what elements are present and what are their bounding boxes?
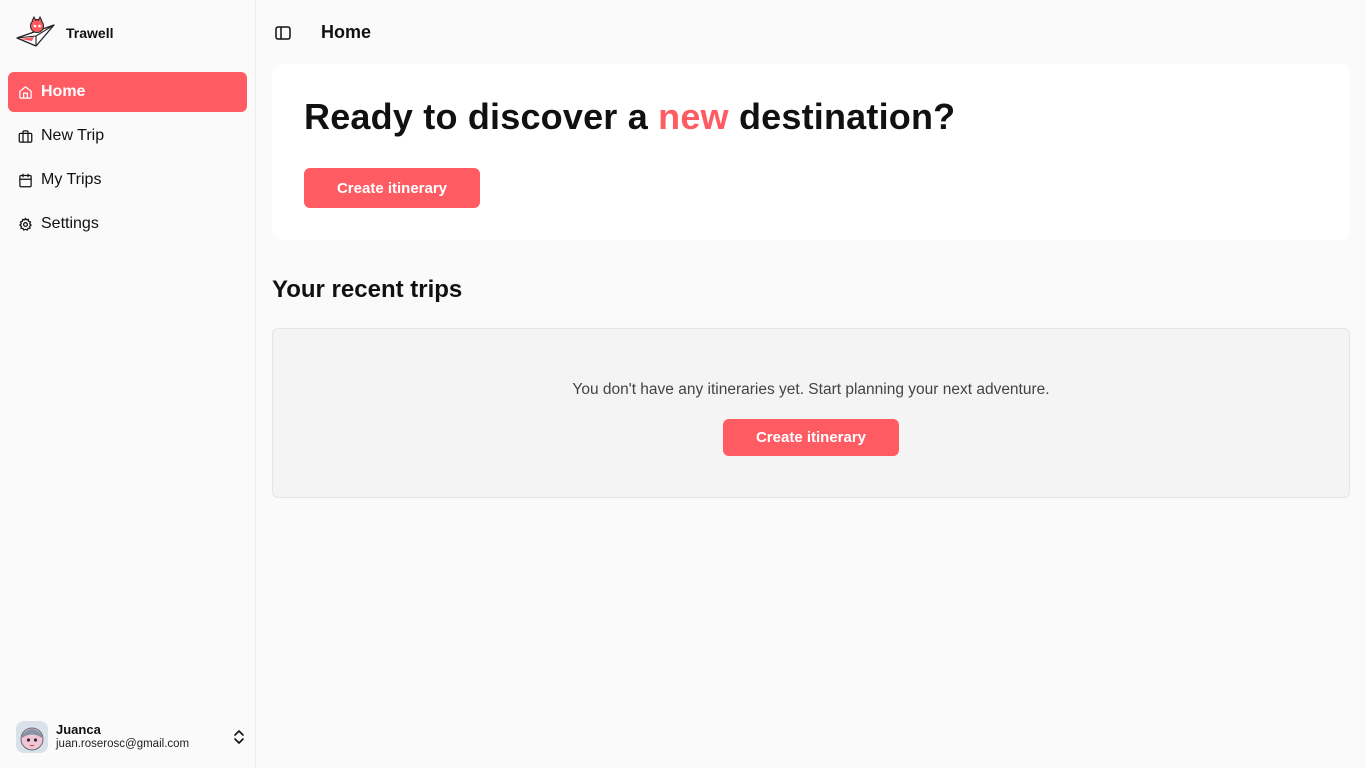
sidebar-toggle-icon[interactable] bbox=[274, 24, 292, 42]
hero-title-start: Ready to discover a bbox=[304, 96, 659, 137]
empty-state-message: You don't have any itineraries yet. Star… bbox=[572, 381, 1050, 398]
hero-title-end: destination? bbox=[728, 96, 956, 137]
calendar-icon bbox=[17, 172, 33, 188]
home-icon bbox=[17, 84, 33, 100]
recent-trips-title: Your recent trips bbox=[272, 276, 463, 303]
page-title: Home bbox=[321, 22, 372, 42]
brand[interactable]: Trawell bbox=[16, 14, 113, 52]
recent-trips-empty-state: You don't have any itineraries yet. Star… bbox=[272, 328, 1350, 498]
sidebar-item-settings[interactable]: Settings bbox=[8, 204, 247, 244]
sidebar-item-home[interactable]: Home bbox=[8, 72, 247, 112]
user-email: juan.roserosc@gmail.com bbox=[56, 737, 190, 750]
avatar bbox=[16, 721, 48, 753]
create-itinerary-button[interactable]: Create itinerary bbox=[304, 168, 480, 208]
create-itinerary-button-empty[interactable]: Create itinerary bbox=[723, 419, 899, 456]
hero-card: Ready to discover a new destination? Cre… bbox=[272, 64, 1350, 240]
top-bar: Home bbox=[256, 0, 1366, 64]
sidebar: Trawell Home New Trip My Trips Settings … bbox=[0, 0, 256, 768]
sidebar-item-label: Settings bbox=[41, 215, 99, 232]
user-menu[interactable]: Juanca juan.roserosc@gmail.com bbox=[16, 720, 246, 754]
hero-title-accent: new bbox=[658, 96, 729, 137]
sidebar-item-label: My Trips bbox=[41, 171, 102, 188]
sidebar-item-label: New Trip bbox=[41, 127, 105, 144]
brand-name: Trawell bbox=[66, 25, 114, 41]
briefcase-icon bbox=[17, 128, 33, 144]
sidebar-item-label: Home bbox=[41, 83, 86, 100]
sidebar-item-new-trip[interactable]: New Trip bbox=[8, 116, 247, 156]
user-info: Juanca juan.roserosc@gmail.com bbox=[56, 721, 224, 751]
hero-title: Ready to discover a new destination? bbox=[304, 96, 955, 138]
sidebar-nav: Home New Trip My Trips Settings bbox=[8, 72, 247, 248]
chevrons-up-down-icon[interactable] bbox=[232, 728, 246, 746]
sidebar-item-my-trips[interactable]: My Trips bbox=[8, 160, 247, 200]
user-name: Juanca bbox=[56, 721, 101, 737]
gear-icon bbox=[17, 216, 33, 232]
paper-plane-mascot-icon bbox=[16, 16, 55, 47]
